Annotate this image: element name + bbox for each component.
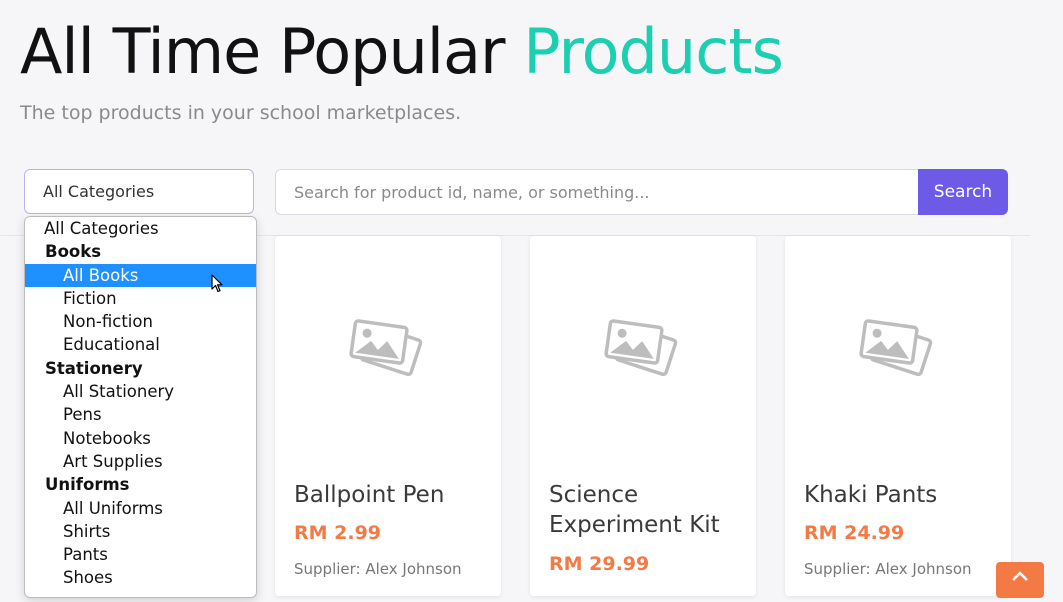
search-input[interactable] <box>275 169 919 215</box>
dropdown-option-non-fiction[interactable]: Non-fiction <box>25 310 256 333</box>
dropdown-option-notebooks[interactable]: Notebooks <box>25 427 256 450</box>
chevron-up-icon <box>1012 571 1028 581</box>
product-supplier: Supplier: Alex Johnson <box>294 560 462 578</box>
product-price: RM 24.99 <box>804 522 905 544</box>
product-name[interactable]: Science Experiment Kit <box>549 480 749 540</box>
dropdown-option-pens[interactable]: Pens <box>25 403 256 426</box>
image-placeholder-icon <box>349 319 423 377</box>
product-card[interactable]: Ballpoint Pen RM 2.99 Supplier: Alex Joh… <box>275 236 501 596</box>
dropdown-group-uniforms: Uniforms <box>45 475 130 495</box>
dropdown-option-pants[interactable]: Pants <box>25 543 256 566</box>
product-name[interactable]: Khaki Pants <box>804 480 1004 510</box>
product-card[interactable]: Khaki Pants RM 24.99 Supplier: Alex John… <box>785 236 1011 596</box>
dropdown-group-stationery: Stationery <box>45 358 143 378</box>
dropdown-option-shirts[interactable]: Shirts <box>25 520 256 543</box>
dropdown-option-art-supplies[interactable]: Art Supplies <box>25 450 256 473</box>
image-placeholder-icon <box>604 319 678 377</box>
page-subtitle: The top products in your school marketpl… <box>20 102 462 124</box>
scroll-to-top-button[interactable] <box>996 562 1044 598</box>
dropdown-option-all-stationery[interactable]: All Stationery <box>25 380 256 403</box>
dropdown-option-all-uniforms[interactable]: All Uniforms <box>25 497 256 520</box>
dropdown-option-shoes[interactable]: Shoes <box>25 566 256 589</box>
category-select[interactable]: All Categories <box>24 169 254 214</box>
product-card[interactable]: Science Experiment Kit RM 29.99 <box>530 236 756 596</box>
page-title: All Time Popular Products <box>20 12 784 92</box>
dropdown-option-all-categories[interactable]: All Categories <box>25 217 256 240</box>
product-supplier: Supplier: Alex Johnson <box>804 560 972 578</box>
dropdown-option-educational[interactable]: Educational <box>25 333 256 356</box>
product-price: RM 29.99 <box>549 553 650 575</box>
page-title-accent: Products <box>523 15 784 88</box>
category-select-value: All Categories <box>43 182 155 201</box>
dropdown-group-books: Books <box>45 242 102 262</box>
product-price: RM 2.99 <box>294 522 382 544</box>
image-placeholder-icon <box>859 319 933 377</box>
search-button[interactable]: Search <box>918 169 1008 215</box>
page-title-main: All Time Popular <box>20 15 505 88</box>
mouse-pointer-icon <box>211 274 223 293</box>
product-name[interactable]: Ballpoint Pen <box>294 480 494 510</box>
